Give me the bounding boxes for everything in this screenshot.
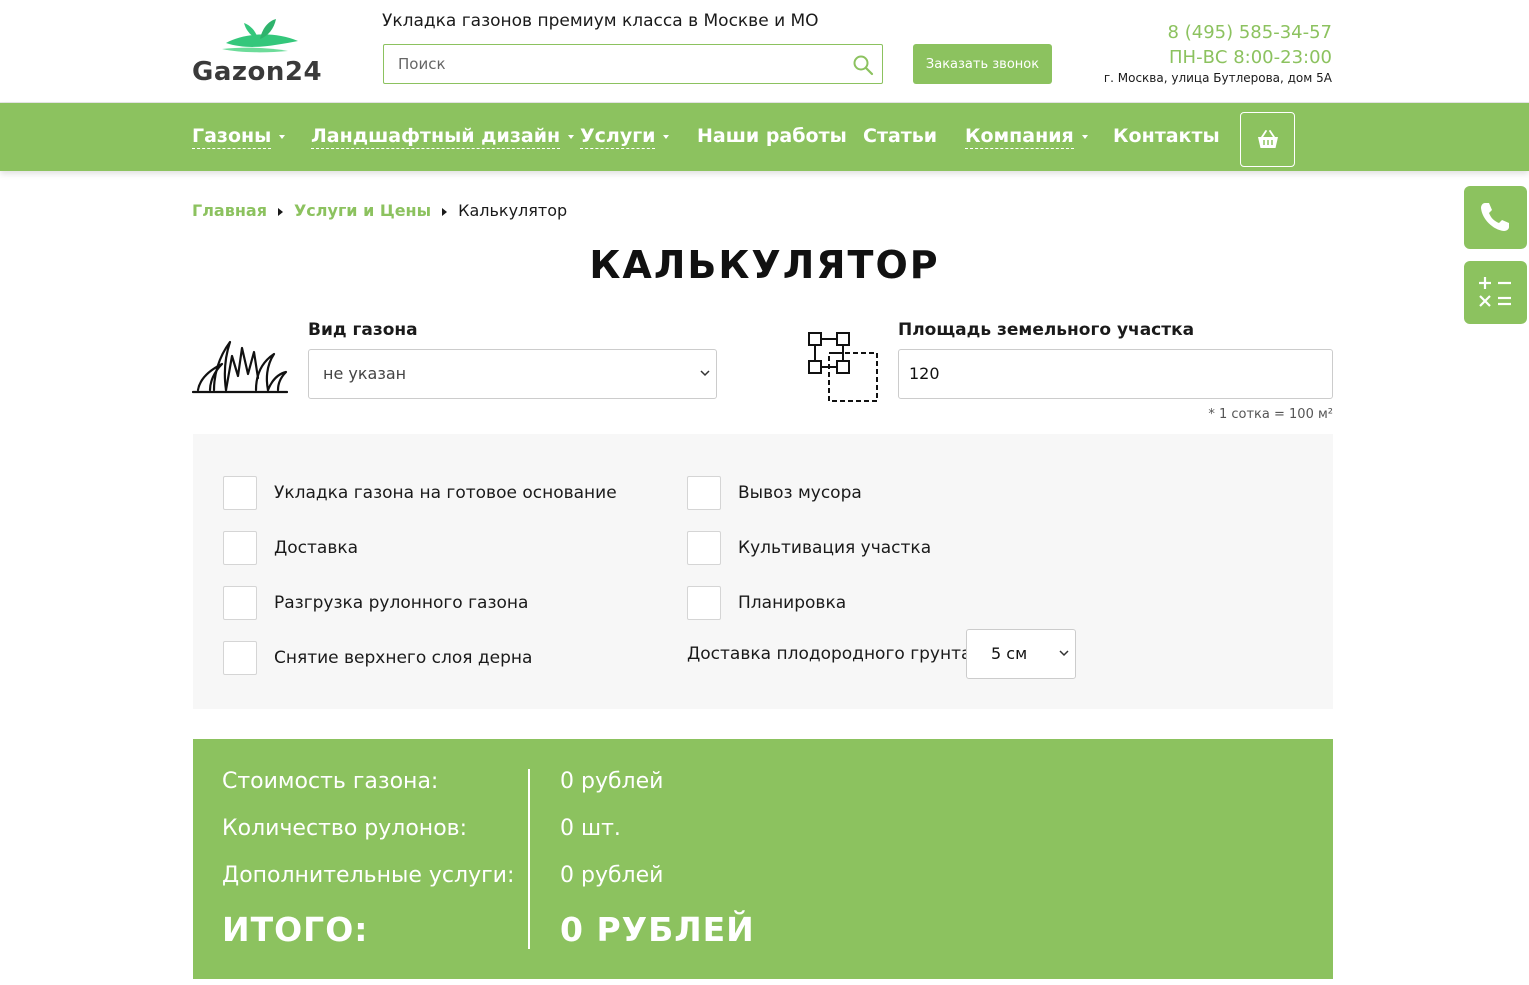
nav-item-label: Контакты [1113, 125, 1220, 147]
breadcrumb-current: Калькулятор [458, 201, 568, 220]
option-label: Вывоз мусора [738, 483, 862, 503]
breadcrumb-home[interactable]: Главная [192, 201, 267, 220]
option-label: Укладка газона на готовое основание [274, 483, 617, 503]
caret-down-icon [568, 134, 575, 139]
checkbox[interactable] [223, 586, 257, 620]
caret-down-icon [663, 134, 670, 139]
plot-area-icon [808, 332, 878, 402]
option-label: Доставка [274, 538, 359, 558]
checkbox[interactable] [223, 476, 257, 510]
nav-item-label: Услуги [580, 125, 656, 149]
site-logo[interactable]: Gazon24 [192, 17, 332, 89]
logo-text: Gazon24 [192, 57, 323, 87]
total-value: 0 РУБЛЕЙ [560, 910, 755, 949]
cart-button[interactable] [1240, 112, 1295, 167]
search-box [383, 44, 883, 84]
extra-services-value: 0 рублей [560, 863, 664, 888]
lawn-cost-label: Стоимость газона: [222, 769, 439, 794]
area-input[interactable]: 120 [898, 349, 1333, 399]
breadcrumb-separator-icon [442, 207, 448, 216]
site-header: Gazon24 Укладка газонов премиум класса в… [0, 0, 1529, 103]
nav-item-works[interactable]: Наши работы [697, 125, 847, 147]
working-hours: ПН-ВС 8:00-23:00 [1169, 47, 1332, 68]
chevron-down-icon [1059, 650, 1069, 657]
area-label: Площадь земельного участка [898, 320, 1195, 340]
nav-item-landscape[interactable]: Ландшафтный дизайн [311, 125, 575, 149]
phone-icon [1481, 203, 1509, 231]
checkbox[interactable] [223, 531, 257, 565]
lawn-type-label: Вид газона [308, 320, 418, 340]
nav-item-label: Ландшафтный дизайн [311, 125, 561, 149]
results-panel: Стоимость газона: 0 рублей Количество ру… [193, 739, 1333, 979]
phone-number[interactable]: 8 (495) 585-34-57 [1168, 22, 1332, 43]
nav-item-label: Статьи [863, 125, 938, 147]
option-label: Разгрузка рулонного газона [274, 593, 529, 613]
lawn-type-select[interactable]: не указан [308, 349, 717, 399]
leaf-logo-icon [222, 19, 298, 53]
chevron-down-icon [700, 370, 710, 377]
site-tagline: Укладка газонов премиум класса в Москве … [382, 11, 819, 31]
option-label: Культивация участка [738, 538, 932, 558]
nav-item-contacts[interactable]: Контакты [1113, 125, 1220, 147]
checkbox[interactable] [687, 586, 721, 620]
extra-services-label: Дополнительные услуги: [222, 863, 515, 888]
option-label: Снятие верхнего слоя дерна [274, 648, 533, 668]
nav-item-label: Газоны [192, 125, 272, 149]
nav-item-articles[interactable]: Статьи [863, 125, 937, 147]
breadcrumb: Главная Услуги и Цены Калькулятор [192, 201, 567, 220]
lawn-cost-value: 0 рублей [560, 769, 664, 794]
nav-item-label: Компания [965, 125, 1074, 149]
soil-depth-value: 5 см [991, 644, 1028, 663]
search-icon[interactable] [852, 54, 874, 76]
side-call-button[interactable] [1464, 186, 1527, 249]
results-divider [528, 769, 530, 949]
nav-item-services[interactable]: Услуги [580, 125, 670, 149]
rolls-count-value: 0 шт. [560, 816, 621, 841]
callback-button[interactable]: Заказать звонок [913, 44, 1052, 84]
nav-item-lawns[interactable]: Газоны [192, 125, 286, 149]
company-address: г. Москва, улица Бутлерова, дом 5А [1103, 71, 1332, 85]
nav-item-label: Наши работы [697, 125, 847, 147]
total-label: ИТОГО: [222, 910, 369, 949]
checkbox[interactable] [223, 641, 257, 675]
breadcrumb-services[interactable]: Услуги и Цены [294, 201, 431, 220]
options-panel: Укладка газона на готовое основание Дост… [193, 434, 1333, 709]
area-note: * 1 сотка = 100 м² [1208, 407, 1333, 422]
search-input[interactable] [384, 45, 844, 83]
soil-delivery-label: Доставка плодородного грунта [687, 644, 972, 664]
nav-item-company[interactable]: Компания [965, 125, 1088, 149]
checkbox[interactable] [687, 476, 721, 510]
caret-down-icon [279, 134, 286, 139]
option-label: Планировка [738, 593, 847, 613]
lawn-type-value: не указан [323, 364, 407, 383]
checkbox[interactable] [687, 531, 721, 565]
rolls-count-label: Количество рулонов: [222, 816, 468, 841]
grass-icon [192, 340, 288, 394]
caret-down-icon [1081, 134, 1088, 139]
main-nav: Газоны Ландшафтный дизайн Услуги Наши ра… [0, 103, 1529, 171]
basket-icon [1258, 130, 1278, 148]
soil-depth-select[interactable]: 5 см [966, 629, 1076, 679]
page-title: КАЛЬКУЛЯТОР [589, 243, 940, 287]
breadcrumb-separator-icon [277, 207, 283, 216]
